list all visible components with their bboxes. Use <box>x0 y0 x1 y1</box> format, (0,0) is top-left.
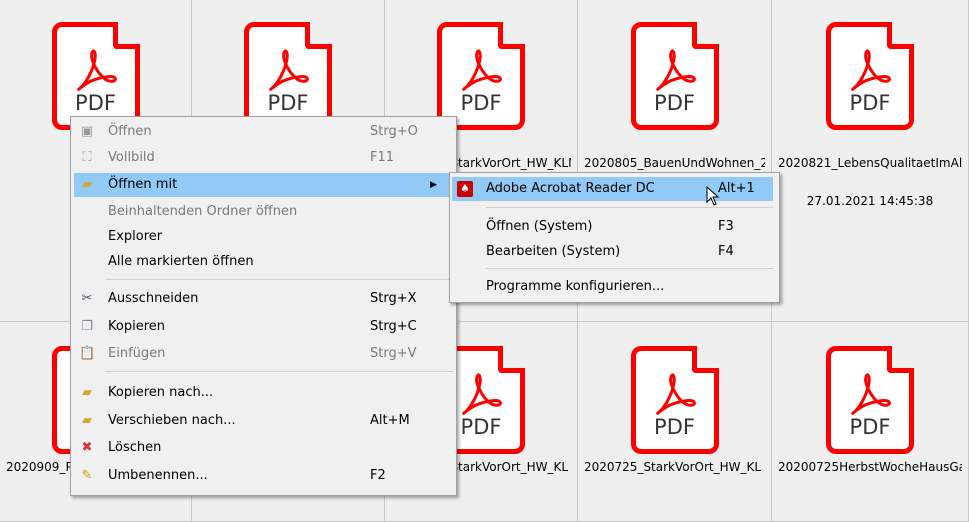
separator <box>105 371 453 372</box>
submenu-item-edit-system[interactable]: Bearbeiten (System) F4 <box>452 240 776 264</box>
separator <box>486 268 773 269</box>
move-to-icon: ▰ <box>82 413 92 428</box>
acrobat-icon: ♠ <box>457 181 473 197</box>
separator <box>486 207 773 208</box>
file-name: 2020805_BauenUndWohnen_20... <box>584 156 765 170</box>
pdf-file-icon: PDF <box>826 346 914 454</box>
file-name: 2020821_LebensQualitaetImAlt... <box>778 156 962 170</box>
menu-item-fullscreen[interactable]: ⛶ Vollbild F11 <box>74 146 453 170</box>
file-name: 20200725HerbstWocheHausGar <box>778 460 962 474</box>
menu-item-open-all-selected[interactable]: Alle markierten öffnen <box>74 250 453 274</box>
pdf-file-icon: PDF <box>437 22 525 130</box>
fullscreen-icon: ⛶ <box>82 150 92 165</box>
pdf-file-icon: PDF <box>630 22 719 130</box>
context-menu: ▣ Öffnen Strg+O ⛶ Vollbild F11 ▰ Öffnen mit ▶ … <box>70 116 457 496</box>
submenu-item-acrobat[interactable]: ♠ Adobe Acrobat Reader DC Alt+1 <box>452 177 773 201</box>
menu-item-move-to[interactable]: ▰ Verschieben nach... Alt+M <box>74 409 453 433</box>
pdf-file-icon: PDF <box>826 22 914 130</box>
file-tile[interactable]: PDF 2020821_LebensQualitaetImAlt... 27.0… <box>772 0 969 322</box>
pdf-file-icon: PDF <box>244 22 332 130</box>
menu-item-copy-to[interactable]: ▰ Kopieren nach... <box>74 381 453 405</box>
menu-item-rename[interactable]: ✎ Umbenennen... F2 <box>74 464 453 488</box>
menu-item-copy[interactable]: ❐ Kopieren Strg+C <box>74 315 453 339</box>
file-tile[interactable]: PDF 2020725_StarkVorOrt_HW_KL <box>578 322 772 522</box>
separator <box>105 279 453 280</box>
menu-item-delete[interactable]: ✖ Löschen <box>74 436 453 460</box>
rename-icon: ✎ <box>81 468 93 483</box>
file-name: 2020725_StarkVorOrt_HW_KL <box>584 460 762 474</box>
open-with-submenu: ♠ Adobe Acrobat Reader DC Alt+1 Öffnen (Sy… <box>449 172 780 303</box>
menu-item-explorer[interactable]: Explorer <box>74 225 453 249</box>
folder-open-with-icon: ▰ <box>82 177 92 192</box>
paste-icon: 📋 <box>79 346 96 361</box>
scissors-icon: ✂ <box>81 291 93 306</box>
submenu-item-open-system[interactable]: Öffnen (System) F3 <box>452 215 776 239</box>
pdf-file-icon: PDF <box>630 346 719 454</box>
menu-item-open-containing-folder[interactable]: Beinhaltenden Ordner öffnen <box>74 200 453 224</box>
menu-item-open-with[interactable]: ▰ Öffnen mit ▶ <box>74 173 453 197</box>
copy-icon: ❐ <box>81 319 93 334</box>
submenu-arrow-icon: ▶ <box>430 180 437 190</box>
open-icon: ▣ <box>80 124 94 139</box>
menu-item-paste[interactable]: 📋 Einfügen Strg+V <box>74 342 453 366</box>
mouse-cursor-icon <box>706 186 720 206</box>
delete-icon: ✖ <box>81 440 93 455</box>
copy-to-icon: ▰ <box>82 385 92 400</box>
menu-item-cut[interactable]: ✂ Ausschneiden Strg+X <box>74 287 453 311</box>
menu-item-open[interactable]: ▣ Öffnen Strg+O <box>74 120 453 144</box>
file-date: 27.01.2021 14:45:38 <box>806 194 934 208</box>
submenu-item-configure-programs[interactable]: Programme konfigurieren... <box>452 275 776 299</box>
file-tile[interactable]: PDF 20200725HerbstWocheHausGar <box>772 322 969 522</box>
pdf-file-icon: PDF <box>51 22 140 130</box>
